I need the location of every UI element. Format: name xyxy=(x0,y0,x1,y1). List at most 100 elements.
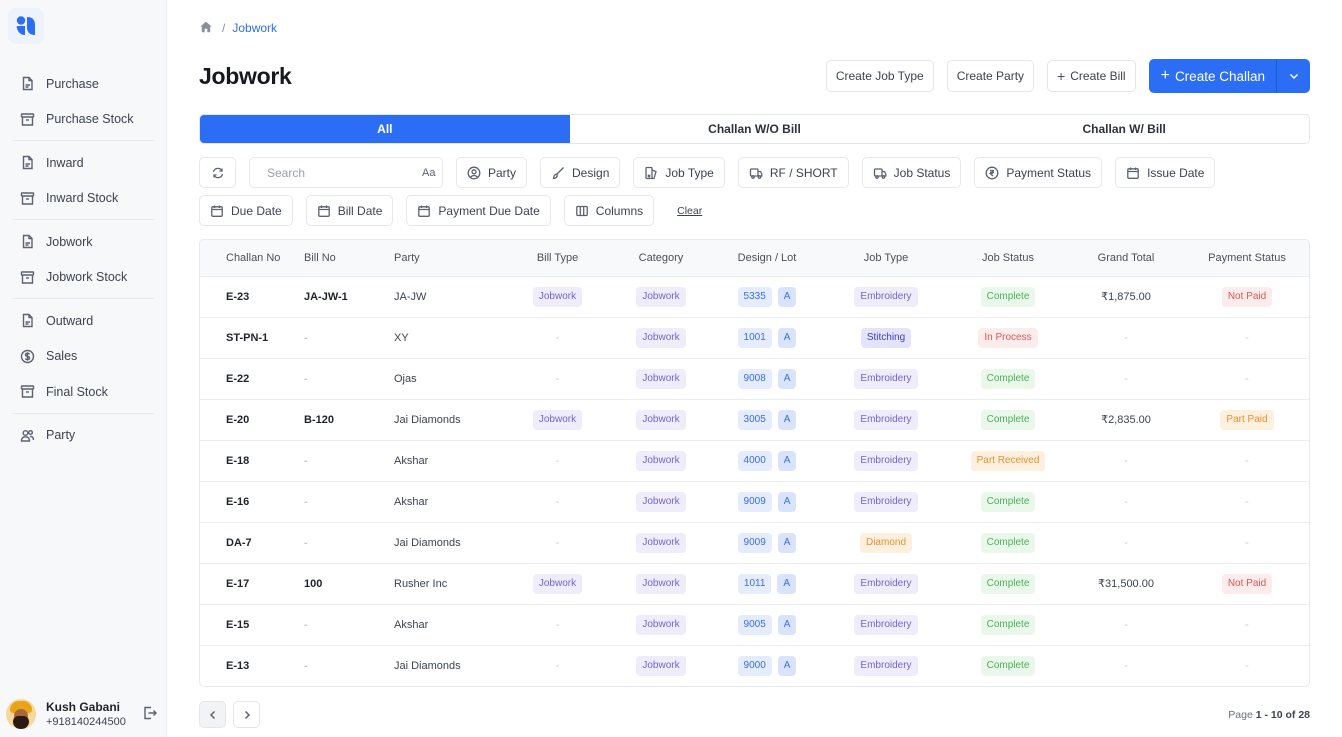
party-cell: Rusher Inc xyxy=(394,563,504,605)
bill-no-cell: 100 xyxy=(304,563,394,605)
rupee-circle-icon xyxy=(985,166,999,179)
payment-status-filter[interactable]: Payment Status xyxy=(974,157,1103,188)
bill-type-cell: - xyxy=(504,604,611,646)
job-status-cell: Complete xyxy=(949,563,1067,605)
category-badge: Jobwork xyxy=(636,368,686,389)
sidebar-item-inward-stock[interactable]: Inward Stock xyxy=(10,181,156,217)
breadcrumb-current[interactable]: Jobwork xyxy=(232,21,277,35)
columns-button[interactable]: Columns xyxy=(563,195,655,226)
search-input[interactable] xyxy=(267,165,422,180)
create-bill-button[interactable]: + Create Bill xyxy=(1047,60,1136,92)
column-header-party[interactable]: Party xyxy=(394,240,504,277)
home-breadcrumb[interactable] xyxy=(199,20,213,37)
sidebar-item-party[interactable]: Party xyxy=(10,418,156,454)
challan-no[interactable]: ST-PN-1 xyxy=(226,332,268,344)
rf-short-filter[interactable]: RF / SHORT xyxy=(737,157,849,188)
challan-no[interactable]: E-22 xyxy=(226,373,249,385)
calendar-icon xyxy=(317,205,330,217)
sidebar-item-final-stock[interactable]: Final Stock xyxy=(10,374,156,410)
create-job-type-button[interactable]: Create Job Type xyxy=(825,60,934,92)
job-type-filter[interactable]: Job Type xyxy=(633,157,725,188)
avatar[interactable] xyxy=(6,699,36,729)
logout-button[interactable] xyxy=(142,705,158,724)
due-date-filter[interactable]: Due Date xyxy=(199,195,293,226)
category-cell: Jobwork xyxy=(611,645,711,686)
column-header-bill-no[interactable]: Bill No xyxy=(304,240,394,277)
table-row[interactable]: E-16 - Akshar - Jobwork 9009 A Embroidery Comple… xyxy=(200,481,1309,523)
table-row[interactable]: E-13 - Jai Diamonds - Jobwork 9000 A Embroidery… xyxy=(200,645,1309,686)
column-header-job-type[interactable]: Job Type xyxy=(823,240,949,277)
issue-date-filter[interactable]: Issue Date xyxy=(1115,157,1216,188)
match-case-toggle[interactable]: Aa xyxy=(422,167,435,179)
party-name: Rusher Inc xyxy=(394,577,448,590)
payment-status-badge: Part Paid xyxy=(1220,409,1274,430)
column-header-payment-status[interactable]: Payment Status xyxy=(1185,240,1309,277)
bill-type-cell: - xyxy=(504,645,611,686)
column-header-challan-no[interactable]: Challan No xyxy=(200,240,304,277)
sidebar-item-outward[interactable]: Outward xyxy=(10,303,156,339)
column-header-bill-type[interactable]: Bill Type xyxy=(504,240,611,277)
table-row[interactable]: E-17 100 Rusher Inc Jobwork Jobwork 1011 A Embr… xyxy=(200,563,1309,605)
sidebar-item-purchase[interactable]: Purchase xyxy=(10,66,156,102)
job-status-cell: Complete xyxy=(949,604,1067,646)
column-header-grand-total[interactable]: Grand Total xyxy=(1067,240,1185,277)
party-filter[interactable]: Party xyxy=(456,157,528,188)
clear-filters-link[interactable]: Clear xyxy=(677,205,702,217)
job-status-cell: Complete xyxy=(949,399,1067,441)
payment-due-date-filter[interactable]: Payment Due Date xyxy=(406,195,551,226)
party-name: Akshar xyxy=(394,495,429,508)
sidebar-item-label: Inward Stock xyxy=(46,191,119,206)
refresh-button[interactable] xyxy=(199,157,236,188)
challan-no-cell: E-22 xyxy=(200,358,304,400)
category-badge: Jobwork xyxy=(636,409,686,430)
job-type-badge: Embroidery xyxy=(854,491,918,512)
tab-challan-w-bill[interactable]: Challan W/ Bill xyxy=(939,115,1309,143)
challan-no[interactable]: E-13 xyxy=(226,660,249,672)
party-cell: XY xyxy=(394,317,504,359)
sidebar-item-sales[interactable]: Sales xyxy=(10,339,156,375)
challan-no[interactable]: E-23 xyxy=(226,291,249,303)
bill-no-cell: - xyxy=(304,481,394,523)
challan-no[interactable]: E-18 xyxy=(226,455,249,467)
bill-no-cell: - xyxy=(304,358,394,400)
challan-no[interactable]: DA-7 xyxy=(226,537,252,549)
sidebar-item-purchase-stock[interactable]: Purchase Stock xyxy=(10,102,156,138)
bill-type-cell: - xyxy=(504,440,611,482)
category-badge: Jobwork xyxy=(636,614,686,635)
challan-no[interactable]: E-17 xyxy=(226,578,249,590)
home-icon xyxy=(200,21,212,32)
column-header-category[interactable]: Category xyxy=(611,240,711,277)
table-row[interactable]: E-22 - Ojas - Jobwork 9008 A Embroidery Complete… xyxy=(200,358,1309,400)
sidebar-item-jobwork-stock[interactable]: Jobwork Stock xyxy=(10,260,156,296)
challan-no[interactable]: E-16 xyxy=(226,496,249,508)
sidebar-item-inward[interactable]: Inward xyxy=(10,145,156,181)
challan-no[interactable]: E-15 xyxy=(226,619,249,631)
table-row[interactable]: E-15 - Akshar - Jobwork 9005 A Embroidery Comple… xyxy=(200,604,1309,646)
archive-icon xyxy=(20,385,35,398)
next-page-button[interactable] xyxy=(233,701,260,728)
tab-challan-w-o-bill[interactable]: Challan W/O Bill xyxy=(570,115,940,143)
column-header-job-status[interactable]: Job Status xyxy=(949,240,1067,277)
challan-no[interactable]: E-20 xyxy=(226,414,249,426)
sidebar-item-jobwork[interactable]: Jobwork xyxy=(10,224,156,260)
bill-type-cell: Jobwork xyxy=(504,399,611,441)
table-row[interactable]: E-20 B-120 Jai Diamonds Jobwork Jobwork 3005 A… xyxy=(200,399,1309,441)
table-row[interactable]: ST-PN-1 - XY - Jobwork 1001 A Stitching In Proce… xyxy=(200,317,1309,359)
table-row[interactable]: DA-7 - Jai Diamonds - Jobwork 9009 A Diamond Com… xyxy=(200,522,1309,564)
create-challan-button[interactable]: + Create Challan xyxy=(1149,59,1276,93)
bill-date-filter[interactable]: Bill Date xyxy=(305,195,394,226)
design-filter[interactable]: Design xyxy=(540,157,621,188)
category-cell: Jobwork xyxy=(611,276,711,318)
app-logo[interactable] xyxy=(8,8,44,44)
job-status-filter[interactable]: Job Status xyxy=(861,157,962,188)
column-header-design-lot[interactable]: Design / Lot xyxy=(711,240,823,277)
category-badge: Jobwork xyxy=(636,532,686,553)
tab-all[interactable]: All xyxy=(200,115,570,143)
create-challan-dropdown-button[interactable] xyxy=(1276,59,1310,93)
calendar-icon xyxy=(1127,167,1139,179)
previous-page-button[interactable] xyxy=(199,701,226,728)
table-row[interactable]: E-23 JA-JW-1 JA-JW Jobwork Jobwork 5335 A Embro… xyxy=(200,276,1309,318)
create-party-button[interactable]: Create Party xyxy=(946,60,1035,92)
payment-status-cell: - xyxy=(1185,481,1309,523)
table-row[interactable]: E-18 - Akshar - Jobwork 4000 A Embroidery Part R… xyxy=(200,440,1309,482)
